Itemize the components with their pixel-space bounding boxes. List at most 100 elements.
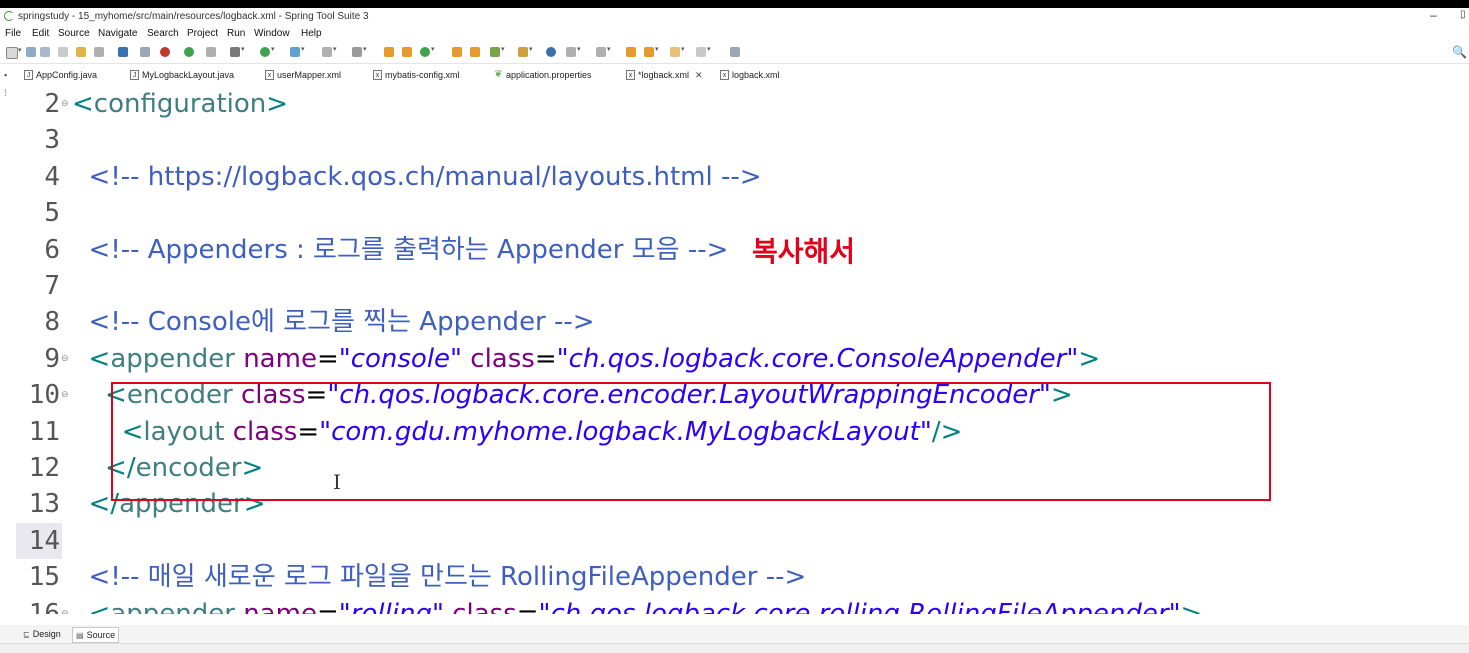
code-line[interactable]: 9 ⊖ <appender name="console" class="ch.qo… (16, 341, 1469, 377)
menu-file[interactable]: File (5, 28, 21, 39)
tab-logback-xml[interactable]: x logback.xml (716, 66, 784, 84)
code-text: </appender> (72, 486, 266, 522)
external-tools-icon[interactable] (322, 45, 337, 57)
tab-appconfig-java[interactable]: J AppConfig.java (20, 66, 101, 84)
menu-edit[interactable]: Edit (32, 28, 49, 39)
code-token: > (241, 453, 264, 483)
tab-logback-xml-active[interactable]: x *logback.xml ✕ (622, 66, 707, 86)
menu-navigate[interactable]: Navigate (98, 28, 137, 39)
open-type-icon[interactable] (76, 47, 86, 57)
code-token: = (297, 416, 320, 447)
pin-icon[interactable] (696, 45, 711, 57)
annotation-icon[interactable] (490, 45, 505, 57)
code-token: "com.gdu.myhome.logback.MyLogbackLayout" (319, 416, 932, 447)
code-token: > (243, 489, 266, 520)
debug-icon[interactable] (230, 45, 245, 57)
code-token: "ch.qos.logback.core.ConsoleAppender" (556, 343, 1079, 374)
code-token: <!-- Appenders : 로그를 출력하는 Appender 모음 --… (72, 234, 729, 265)
fold-toggle-icon[interactable]: ⊖ (61, 98, 69, 109)
open-file-icon[interactable] (470, 47, 480, 57)
code-line[interactable]: 7 (16, 268, 1469, 304)
line-number: 14 (28, 525, 60, 556)
line-number: 10 (28, 380, 60, 411)
code-line[interactable]: 16 ⊖ <appender name="rolling" class="ch.q… (16, 596, 1469, 614)
code-text: <!-- 매일 새로운 로그 파일을 만드는 RollingFileAppend… (72, 559, 807, 595)
back-icon[interactable] (644, 45, 659, 57)
code-line[interactable]: 3 (16, 122, 1469, 158)
tab-mylogbacklayout-java[interactable]: J MyLogbackLayout.java (126, 66, 238, 84)
build-icon[interactable] (352, 45, 367, 57)
code-line[interactable]: 2 ⊖ <configuration> (16, 86, 1469, 122)
code-line[interactable]: 13 </appender> (16, 486, 1469, 522)
prev-annotation-icon[interactable] (596, 45, 611, 57)
code-line[interactable]: 15 <!-- 매일 새로운 로그 파일을 만드는 RollingFileApp… (16, 559, 1469, 595)
stop-icon[interactable] (160, 47, 170, 57)
run-icon[interactable] (260, 45, 275, 57)
line-number: 12 (28, 453, 60, 483)
save-icon[interactable] (26, 47, 36, 57)
next-annotation-icon[interactable] (566, 45, 581, 57)
code-text: <encoder class="ch.qos.logback.core.enco… (72, 377, 1073, 413)
code-line[interactable]: 10 ⊖ <encoder class="ch.qos.logback.core.… (16, 377, 1469, 413)
close-icon[interactable]: ✕ (695, 70, 703, 81)
minimize-button[interactable]: – (1430, 8, 1437, 22)
tab-application-properties[interactable]: ❦ application.properties (490, 66, 596, 84)
code-line[interactable]: 8 <!-- Console에 로그를 찍는 Appender --> (16, 304, 1469, 340)
code-token: appender (110, 598, 235, 614)
save-all-icon[interactable] (40, 47, 50, 57)
line-number: 6 (44, 234, 60, 265)
menu-help[interactable]: Help (301, 28, 322, 39)
spring-refresh-icon[interactable] (184, 47, 194, 57)
tab-list-icon[interactable]: ▪ (4, 70, 7, 80)
code-token: < (72, 416, 144, 447)
menu-window[interactable]: Window (254, 28, 290, 39)
new-icon[interactable] (6, 46, 22, 59)
code-line[interactable]: 11 <layout class="com.gdu.myhome.logback… (16, 414, 1469, 450)
menu-run[interactable]: Run (227, 28, 245, 39)
search-icon[interactable]: 🔍 (1452, 45, 1467, 59)
open-perspective-icon[interactable] (730, 47, 740, 57)
tab-source[interactable]: ▤ Source (72, 627, 120, 643)
forward-icon[interactable] (670, 45, 685, 57)
code-token: = (316, 343, 339, 374)
run-config-icon[interactable] (290, 45, 305, 57)
menu-search[interactable]: Search (147, 28, 179, 39)
code-line[interactable]: 14 (16, 522, 1469, 559)
menu-source[interactable]: Source (58, 28, 90, 39)
xml-source-editor[interactable]: 2 ⊖ <configuration> 3 4 <!-- https://logback… (16, 84, 1469, 614)
console-icon[interactable] (94, 47, 104, 57)
outline-toggle-icon[interactable]: ⁝ (4, 88, 7, 99)
maximize-button[interactable]: ▯ (1460, 9, 1466, 20)
code-token: </ (72, 489, 120, 520)
fold-toggle-icon[interactable]: ⊖ (61, 353, 69, 364)
xml-file-icon: x (373, 70, 382, 80)
menu-project[interactable]: Project (187, 28, 218, 39)
toggle-icon[interactable] (206, 47, 216, 57)
open-folder-icon[interactable] (452, 47, 462, 57)
code-token: = (534, 343, 557, 374)
fold-toggle-icon[interactable]: ⊖ (61, 389, 69, 400)
code-token: = (516, 598, 539, 614)
tab-mybatis-config-xml[interactable]: x mybatis-config.xml (369, 66, 464, 84)
code-token: appender (119, 489, 244, 520)
new-java-project-icon[interactable] (384, 47, 394, 57)
skip-breakpoints-icon[interactable] (140, 47, 150, 57)
new-package-icon[interactable] (402, 47, 412, 57)
tab-label: userMapper.xml (277, 70, 342, 80)
code-line[interactable]: 4 <!-- https://logback.qos.ch/manual/lay… (16, 159, 1469, 195)
xml-file-icon: x (626, 70, 635, 80)
line-number: 5 (44, 198, 60, 229)
terminal-icon[interactable] (118, 47, 128, 57)
tab-design[interactable]: ⊑ Design (20, 627, 64, 641)
code-line[interactable]: 6 <!-- Appenders : 로그를 출력하는 Appender 모음 … (16, 232, 1469, 268)
code-text: <!-- Console에 로그를 찍는 Appender --> (72, 304, 595, 340)
code-token: /> (931, 416, 963, 447)
tab-usermapper-xml[interactable]: x userMapper.xml (261, 66, 345, 84)
print-icon[interactable] (58, 47, 68, 57)
code-line[interactable]: 5 (16, 195, 1469, 231)
browser-icon[interactable] (546, 47, 556, 57)
last-edit-icon[interactable] (626, 47, 636, 57)
new-class-icon[interactable] (420, 45, 435, 57)
code-line[interactable]: 12 </encoder> (16, 450, 1469, 486)
open-resource-icon[interactable] (518, 45, 533, 57)
